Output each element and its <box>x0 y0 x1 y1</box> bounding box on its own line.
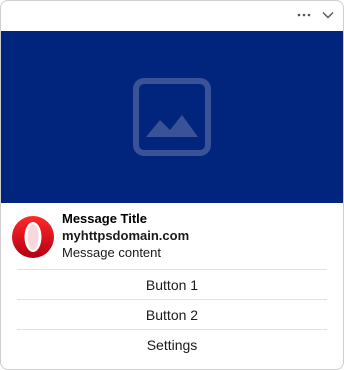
hero-image <box>1 31 343 203</box>
image-placeholder-icon <box>133 78 211 156</box>
notification-message: Message content <box>62 245 162 260</box>
notification-content: Message Title myhttpsdomain.com Message … <box>1 203 343 265</box>
notification-domain: myhttpsdomain.com <box>62 228 190 243</box>
more-options-icon[interactable] <box>297 8 311 22</box>
notification-card: Message Title myhttpsdomain.com Message … <box>0 0 344 370</box>
notification-title: Message Title <box>62 211 148 226</box>
action-button-1[interactable]: Button 1 <box>17 269 327 299</box>
settings-button[interactable]: Settings <box>17 329 327 359</box>
action-list: Button 1 Button 2 Settings <box>17 269 327 359</box>
notification-header <box>1 1 343 31</box>
action-button-2[interactable]: Button 2 <box>17 299 327 329</box>
opera-logo-icon <box>11 215 55 259</box>
chevron-down-icon[interactable] <box>321 8 335 22</box>
